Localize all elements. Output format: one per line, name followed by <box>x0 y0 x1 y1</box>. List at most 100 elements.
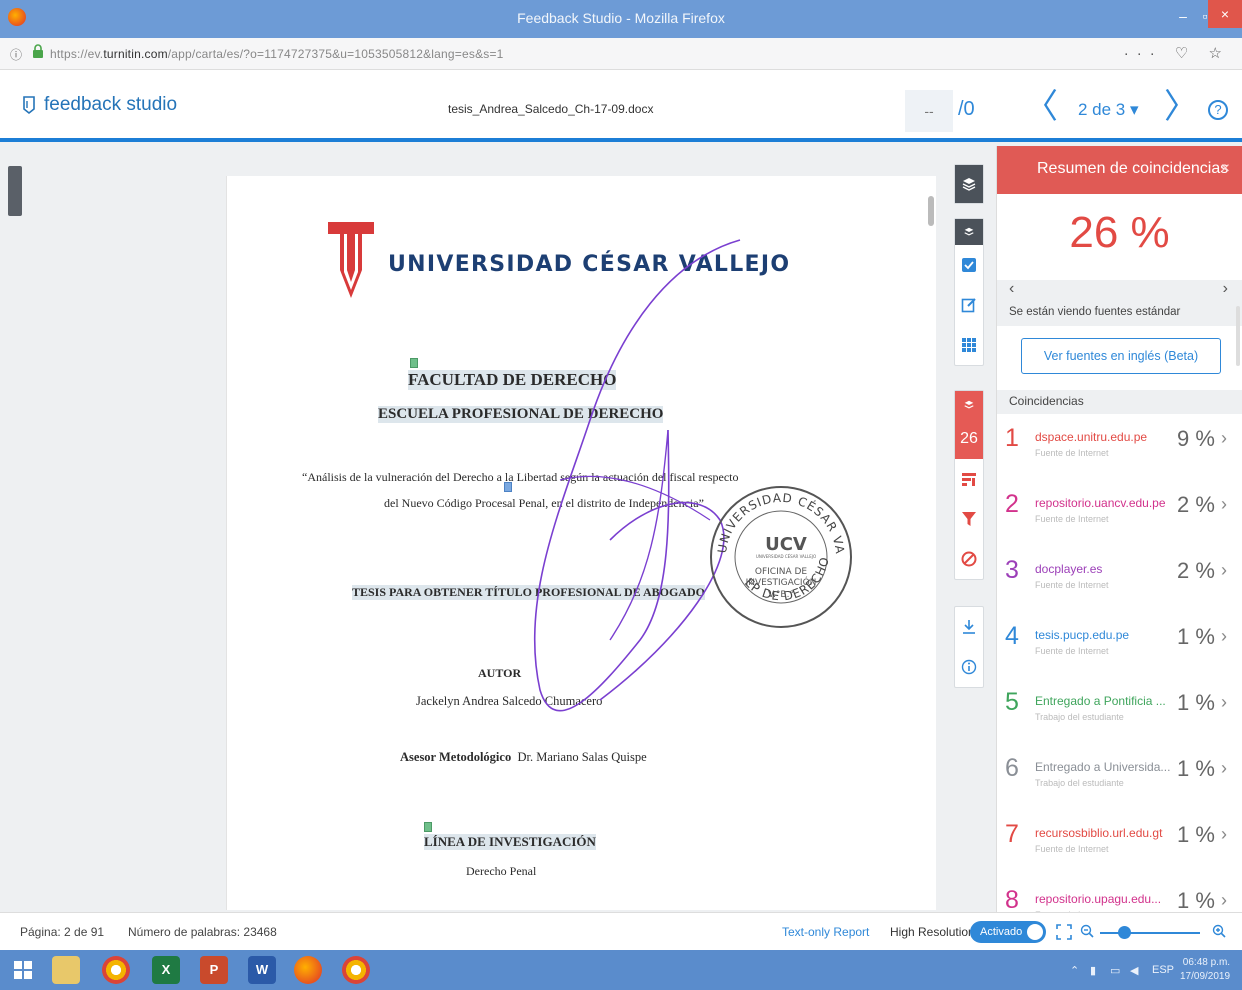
download-button[interactable] <box>955 607 983 647</box>
layers-button[interactable] <box>955 165 983 203</box>
prev-paper-button[interactable]: 〈 <box>1024 90 1058 124</box>
feedback-summary-button[interactable] <box>955 285 983 325</box>
match-row[interactable]: 3 docplayer.es Fuente de Internet 2 % › <box>997 546 1242 612</box>
close-window-button[interactable]: × <box>1208 0 1242 28</box>
match-source-type: Fuente de Internet <box>1035 448 1109 458</box>
network-icon[interactable]: ▮ <box>1090 964 1096 977</box>
info-icon[interactable]: ⓘ <box>10 46 22 63</box>
all-sources-button[interactable] <box>955 459 983 499</box>
status-bar: Página: 2 de 91 Número de palabras: 2346… <box>0 912 1242 950</box>
match-row[interactable]: 8repositorio.upagu.edu...Fuente de Inter… <box>997 876 1242 912</box>
tray-chevron-icon[interactable]: ⌃ <box>1070 964 1079 977</box>
checkbox-icon <box>962 258 976 272</box>
match-list: 1 dspace.unitru.edu.pe Fuente de Internet 9… <box>997 414 1242 912</box>
firefox-taskbar-icon[interactable] <box>294 956 322 984</box>
match-percent: 1 % <box>1177 756 1215 781</box>
high-resolution-toggle[interactable]: Activado <box>970 921 1046 943</box>
battery-icon[interactable]: ▭ <box>1110 964 1120 977</box>
url-text[interactable]: https://ev.turnitin.com/app/carta/es/?o=… <box>50 47 504 61</box>
chevron-right-icon[interactable]: › <box>1221 560 1227 581</box>
match-marker[interactable] <box>504 482 512 492</box>
similarity-tool-group: 26 <box>954 390 984 580</box>
zoom-slider-handle[interactable] <box>1118 926 1131 939</box>
powerpoint-icon[interactable]: P <box>200 956 228 984</box>
filter-icon <box>962 512 976 526</box>
match-number: 7 <box>1005 820 1019 848</box>
fullscreen-icon[interactable] <box>1056 924 1072 940</box>
match-percent: 2 % <box>1177 492 1215 517</box>
side-panel-handle[interactable] <box>8 166 22 216</box>
zoom-slider[interactable] <box>1100 932 1200 934</box>
match-marker[interactable] <box>424 822 432 832</box>
chevron-right-icon[interactable]: › <box>1221 626 1227 647</box>
match-row[interactable]: 2 repositorio.uancv.edu.pe Fuente de Inter… <box>997 480 1242 546</box>
word-icon[interactable]: W <box>248 956 276 984</box>
volume-icon[interactable]: ◀ <box>1130 964 1138 977</box>
document-scrollbar[interactable] <box>928 196 934 226</box>
match-source-name[interactable]: tesis.pucp.edu.pe <box>1035 628 1129 642</box>
english-sources-button[interactable]: Ver fuentes en inglés (Beta) <box>1021 338 1221 374</box>
match-row[interactable]: 4 tesis.pucp.edu.pe Fuente de Internet 1 % › <box>997 612 1242 678</box>
language-indicator[interactable]: ESP <box>1152 964 1174 976</box>
edit-icon <box>961 298 976 313</box>
help-icon[interactable]: ? <box>1208 100 1228 120</box>
match-row[interactable]: 7 recursosbiblio.url.edu.gt Fuente de Inte… <box>997 810 1242 876</box>
chevron-right-icon[interactable]: › <box>1221 758 1227 779</box>
quickmark-button[interactable] <box>955 245 983 285</box>
chevron-right-icon[interactable]: › <box>1221 824 1227 845</box>
grade-input[interactable]: -- <box>905 90 953 132</box>
excel-icon[interactable]: X <box>152 956 180 984</box>
chevron-right-icon[interactable]: › <box>1223 280 1228 298</box>
paper-selector[interactable]: 2 de 3 ▾ <box>1078 100 1139 120</box>
app-header: feedback studio tesis_Andrea_Salcedo_Ch-… <box>0 70 1242 142</box>
match-source-name[interactable]: repositorio.upagu.edu... <box>1035 892 1161 906</box>
exclude-sources-button[interactable] <box>955 539 983 579</box>
chevron-right-icon[interactable]: › <box>1221 890 1227 911</box>
text-only-report-link[interactable]: Text-only Report <box>782 925 869 939</box>
match-overview-panel: Resumen de coincidencias × 26 % ‹ › Se e… <box>996 146 1242 912</box>
match-percent: 2 % <box>1177 558 1215 583</box>
next-paper-button[interactable]: 〉 <box>1164 90 1198 124</box>
degree-title: TESIS PARA OBTENER TÍTULO PROFESIONAL DE… <box>352 585 705 600</box>
submission-info-button[interactable] <box>955 647 983 687</box>
brand[interactable]: feedback studio <box>20 94 177 116</box>
rubric-button[interactable] <box>955 325 983 365</box>
chevron-right-icon[interactable]: › <box>1221 494 1227 515</box>
windows-start-icon[interactable] <box>14 961 32 979</box>
minimize-button[interactable]: – <box>1172 8 1194 24</box>
match-source-name[interactable]: recursosbiblio.url.edu.gt <box>1035 826 1162 840</box>
layers-small-icon <box>964 400 974 409</box>
similarity-layer-button[interactable] <box>955 391 983 419</box>
chevron-right-icon[interactable]: › <box>1221 428 1227 449</box>
chrome-icon[interactable] <box>102 956 130 984</box>
match-marker[interactable] <box>410 358 418 368</box>
grading-layer-button[interactable] <box>955 219 983 245</box>
similarity-score-badge: 26 <box>960 430 978 447</box>
zoom-out-icon[interactable] <box>1080 924 1094 940</box>
similarity-score-button[interactable]: 26 <box>955 419 983 459</box>
word-count: Número de palabras: 23468 <box>128 925 277 939</box>
match-source-name[interactable]: repositorio.uancv.edu.pe <box>1035 496 1166 510</box>
thesis-title-line1: “Análisis de la vulneración del Derecho … <box>302 470 739 484</box>
match-source-name[interactable]: Entregado a Pontificia ... <box>1035 694 1166 708</box>
match-row[interactable]: 6 Entregado a Universida... Trabajo del es… <box>997 744 1242 810</box>
grade-out-of: /0 <box>958 98 975 120</box>
panel-scrollbar[interactable] <box>1236 306 1240 366</box>
system-clock[interactable]: 06:48 p.m. 17/09/2019 <box>1180 956 1230 984</box>
file-explorer-icon[interactable] <box>52 956 80 984</box>
match-source-name[interactable]: Entregado a Universida... <box>1035 760 1170 774</box>
match-source-name[interactable]: dspace.unitru.edu.pe <box>1035 430 1147 444</box>
chrome-taskbar-icon[interactable] <box>342 956 370 984</box>
match-source-type: Trabajo del estudiante <box>1035 712 1124 722</box>
filter-button[interactable] <box>955 499 983 539</box>
close-panel-icon[interactable]: × <box>1221 160 1230 178</box>
stamp-office: OFICINA DE <box>755 567 808 577</box>
chevron-right-icon[interactable]: › <box>1221 692 1227 713</box>
url-bar[interactable]: ⓘ https://ev.turnitin.com/app/carta/es/?… <box>0 38 1242 70</box>
match-row[interactable]: 1 dspace.unitru.edu.pe Fuente de Internet 9… <box>997 414 1242 480</box>
zoom-in-icon[interactable] <box>1212 924 1226 940</box>
match-source-name[interactable]: docplayer.es <box>1035 562 1102 576</box>
chevron-left-icon[interactable]: ‹ <box>1009 280 1014 298</box>
match-row[interactable]: 5 Entregado a Pontificia ... Trabajo del e… <box>997 678 1242 744</box>
url-actions[interactable]: ··· ♡ ☆ <box>1124 44 1230 62</box>
